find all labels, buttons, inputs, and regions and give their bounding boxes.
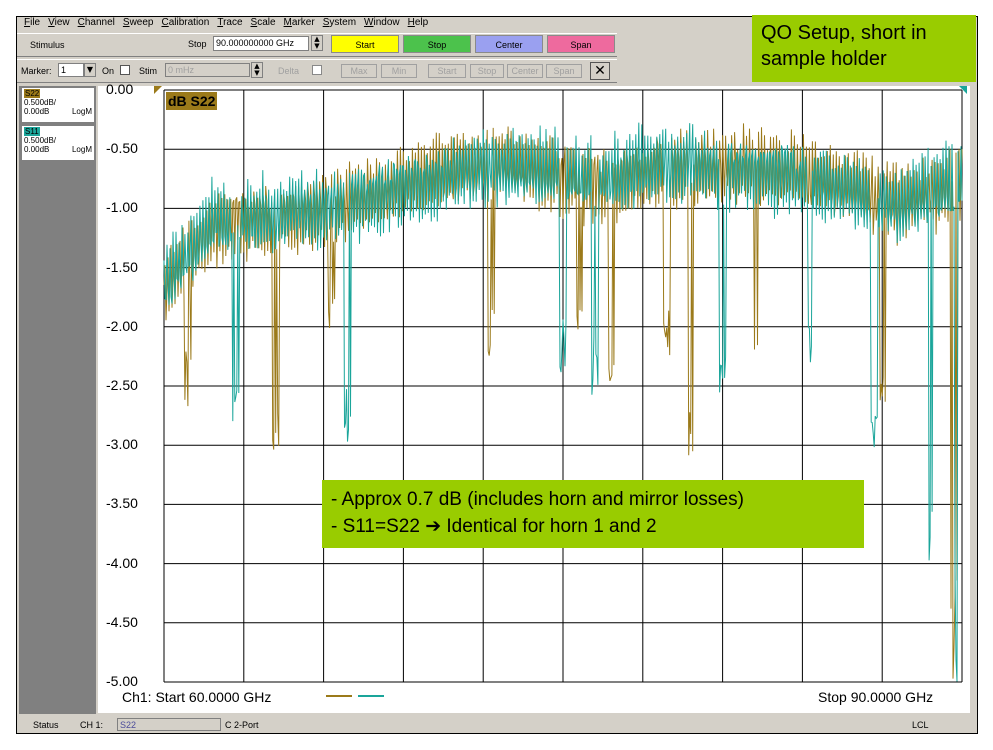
max-button[interactable]: Max [341, 64, 377, 78]
status-label: Status [33, 720, 59, 730]
y-tick-label: -0.50 [106, 140, 138, 157]
menu-help[interactable]: Help [404, 17, 433, 31]
annotation-line-2-a: - S11=S22 [331, 516, 420, 537]
menu-view[interactable]: View [44, 17, 74, 31]
menu-system[interactable]: System [319, 17, 360, 31]
trace-s11-scale: 0.500dB/ [24, 136, 57, 145]
y-tick-label: -4.00 [106, 554, 138, 571]
y-tick-label: -1.00 [106, 199, 138, 216]
menu-file[interactable]: File [20, 17, 44, 31]
spin-down-icon: ▼ [254, 69, 260, 77]
span-button[interactable]: Span [547, 35, 615, 53]
annotation-line-2: - S11=S22 ➔ Identical for horn 1 and 2 [331, 513, 864, 540]
marker-on-checkbox[interactable] [120, 65, 130, 75]
marker-select[interactable]: 1 [58, 63, 84, 77]
center-button[interactable]: Center [475, 35, 543, 53]
stim-input[interactable]: 0 mHz [165, 63, 250, 77]
loss-annotation: - Approx 0.7 dB (includes horn and mirro… [322, 480, 864, 548]
menu-window[interactable]: Window [360, 17, 404, 31]
trace-panel [19, 86, 96, 714]
on-label: On [102, 66, 115, 76]
y-tick-label: -2.50 [106, 377, 138, 393]
menu-sweep[interactable]: Sweep [119, 17, 158, 31]
arrow-right-icon: ➔ [425, 515, 442, 537]
setup-callout-text: QO Setup, short in sample holder [761, 22, 927, 70]
trace-label-text: dB S22 [168, 93, 216, 109]
y-tick-label: 0.00 [106, 81, 134, 97]
spin-down-icon: ▼ [314, 42, 320, 50]
status-mode: C 2-Port [225, 720, 259, 730]
annotation-line-1: - Approx 0.7 dB (includes horn and mirro… [331, 489, 744, 510]
trace-s22-box[interactable]: S22 0.500dB/ 0.00dB LogM [21, 87, 95, 123]
marker-stop-button[interactable]: Stop [470, 64, 504, 78]
y-tick-label: -3.00 [106, 436, 138, 453]
delta-checkbox[interactable] [312, 65, 322, 75]
stimulus-label: Stimulus [30, 40, 65, 50]
status-lcl: LCL [912, 720, 929, 730]
marker-label: Marker: [21, 66, 52, 76]
status-channel: CH 1: [80, 720, 104, 730]
marker-center-button[interactable]: Center [507, 64, 543, 78]
y-tick-label: -5.00 [106, 673, 138, 689]
trace-s11-ref: 0.00dB [24, 145, 50, 154]
stop-button[interactable]: Stop [403, 35, 471, 53]
annotation-line-2-b: Identical for horn 1 and 2 [446, 516, 657, 537]
marker-span-button[interactable]: Span [546, 64, 582, 78]
stim-spinner[interactable]: ▲ ▼ [251, 62, 263, 78]
delta-label: Delta [278, 66, 300, 76]
marker-dropdown[interactable]: ▼ [84, 63, 96, 77]
close-icon: ✕ [594, 63, 606, 79]
trace-s22-ref: 0.00dB [24, 107, 50, 116]
trace-s22-format: LogM [71, 107, 92, 116]
min-button[interactable]: Min [381, 64, 417, 78]
menu-marker[interactable]: Marker [280, 17, 319, 31]
stop-frequency-input[interactable]: 90.000000000 GHz [213, 36, 309, 51]
chevron-down-icon: ▼ [86, 65, 94, 74]
measurement-plot[interactable] [98, 86, 970, 713]
trace-legend [326, 695, 384, 697]
trace-s11-format: LogM [71, 145, 92, 154]
menu-bar: File View Channel Sweep Calibration Trac… [20, 17, 432, 31]
menu-calibration[interactable]: Calibration [157, 17, 213, 31]
trace-s11-box[interactable]: S11 0.500dB/ 0.00dB LogM [21, 125, 95, 161]
trace-s11-name: S11 [24, 127, 40, 136]
menu-channel[interactable]: Channel [74, 17, 119, 31]
y-tick-label: -3.50 [106, 495, 138, 512]
stim-label: Stim [139, 66, 157, 76]
setup-callout: QO Setup, short in sample holder [752, 15, 976, 82]
y-tick-label: -2.00 [106, 317, 138, 334]
menu-trace[interactable]: Trace [213, 17, 246, 31]
stop-frequency-text: Stop 90.0000 GHz [818, 689, 934, 705]
close-button[interactable]: ✕ [590, 62, 610, 80]
status-trace: S22 [117, 718, 221, 731]
y-tick-label: -4.50 [106, 613, 138, 630]
y-tick-label: -1.50 [106, 258, 138, 275]
start-button[interactable]: Start [331, 35, 399, 53]
stop-spinner[interactable]: ▲ ▼ [311, 35, 323, 51]
trace-s22-scale: 0.500dB/ [24, 98, 57, 107]
stop-label: Stop [188, 39, 207, 49]
trace-s22-name: S22 [24, 89, 41, 98]
marker-start-button[interactable]: Start [428, 64, 466, 78]
trace-label-badge: dB S22 [166, 92, 218, 110]
menu-scale[interactable]: Scale [247, 17, 280, 31]
start-frequency-text: Ch1: Start 60.0000 GHz [122, 689, 272, 705]
